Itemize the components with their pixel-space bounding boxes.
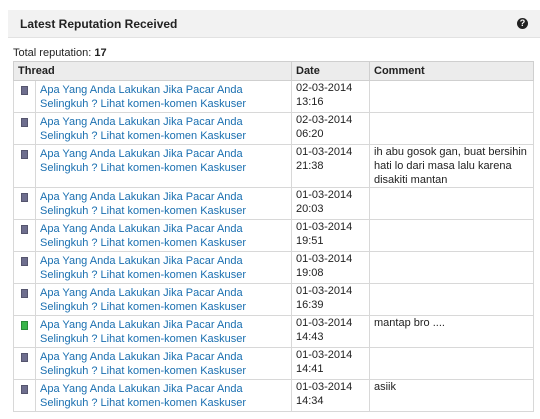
total-reputation-label: Total reputation:: [13, 47, 92, 59]
comment-cell: [369, 112, 534, 145]
date-column-header: Date: [291, 61, 370, 81]
help-icon[interactable]: ?: [517, 18, 528, 29]
thread-column-header: Thread: [13, 61, 292, 81]
comment-column-header: Comment: [369, 61, 534, 81]
table-header-row: Thread Date Comment: [13, 61, 534, 81]
neutral-rep-icon: [21, 150, 28, 159]
rep-icon-cell: [13, 251, 36, 284]
comment-cell: [369, 347, 534, 380]
thread-cell: Apa Yang Anda Lakukan Jika Pacar Anda Se…: [35, 347, 292, 380]
date-cell: 01-03-2014 14:34: [291, 379, 370, 412]
date-cell: 01-03-2014 19:51: [291, 219, 370, 252]
rep-icon-cell: [13, 219, 36, 252]
rep-icon-cell: [13, 144, 36, 188]
thread-link[interactable]: Apa Yang Anda Lakukan Jika Pacar Anda Se…: [40, 284, 287, 314]
neutral-rep-icon: [21, 257, 28, 266]
total-reputation: Total reputation: 17: [13, 47, 107, 59]
table-row: Apa Yang Anda Lakukan Jika Pacar Anda Se…: [13, 187, 534, 220]
thread-link[interactable]: Apa Yang Anda Lakukan Jika Pacar Anda Se…: [40, 81, 287, 111]
rep-icon-cell: [13, 187, 36, 220]
table-row: Apa Yang Anda Lakukan Jika Pacar Anda Se…: [13, 347, 534, 380]
thread-cell: Apa Yang Anda Lakukan Jika Pacar Anda Se…: [35, 315, 292, 348]
rep-icon-cell: [13, 112, 36, 145]
neutral-rep-icon: [21, 385, 28, 394]
positive-rep-icon: [21, 321, 28, 330]
thread-link[interactable]: Apa Yang Anda Lakukan Jika Pacar Anda Se…: [40, 348, 287, 378]
table-body: Apa Yang Anda Lakukan Jika Pacar Anda Se…: [13, 80, 534, 412]
date-cell: 01-03-2014 14:41: [291, 347, 370, 380]
thread-link[interactable]: Apa Yang Anda Lakukan Jika Pacar Anda Se…: [40, 220, 287, 250]
table-row: Apa Yang Anda Lakukan Jika Pacar Anda Se…: [13, 379, 534, 412]
date-cell: 01-03-2014 14:43: [291, 315, 370, 348]
thread-cell: Apa Yang Anda Lakukan Jika Pacar Anda Se…: [35, 144, 292, 188]
date-cell: 02-03-2014 06:20: [291, 112, 370, 145]
date-cell: 02-03-2014 13:16: [291, 80, 370, 113]
table-row: Apa Yang Anda Lakukan Jika Pacar Anda Se…: [13, 251, 534, 284]
date-cell: 01-03-2014 21:38: [291, 144, 370, 188]
comment-cell: [369, 80, 534, 113]
table-row: Apa Yang Anda Lakukan Jika Pacar Anda Se…: [13, 283, 534, 316]
rep-icon-cell: [13, 283, 36, 316]
date-cell: 01-03-2014 16:39: [291, 283, 370, 316]
rep-icon-cell: [13, 379, 36, 412]
neutral-rep-icon: [21, 225, 28, 234]
thread-link[interactable]: Apa Yang Anda Lakukan Jika Pacar Anda Se…: [40, 252, 287, 282]
comment-cell: [369, 187, 534, 220]
comment-cell: [369, 283, 534, 316]
neutral-rep-icon: [21, 118, 28, 127]
total-reputation-value: 17: [94, 47, 107, 59]
thread-link[interactable]: Apa Yang Anda Lakukan Jika Pacar Anda Se…: [40, 380, 287, 410]
comment-cell: [369, 251, 534, 284]
thread-cell: Apa Yang Anda Lakukan Jika Pacar Anda Se…: [35, 251, 292, 284]
thread-cell: Apa Yang Anda Lakukan Jika Pacar Anda Se…: [35, 283, 292, 316]
panel-header: Latest Reputation Received ?: [8, 10, 540, 38]
thread-cell: Apa Yang Anda Lakukan Jika Pacar Anda Se…: [35, 219, 292, 252]
thread-link[interactable]: Apa Yang Anda Lakukan Jika Pacar Anda Se…: [40, 113, 287, 143]
table-row: Apa Yang Anda Lakukan Jika Pacar Anda Se…: [13, 315, 534, 348]
thread-cell: Apa Yang Anda Lakukan Jika Pacar Anda Se…: [35, 112, 292, 145]
comment-cell: [369, 219, 534, 252]
date-cell: 01-03-2014 19:08: [291, 251, 370, 284]
panel-title: Latest Reputation Received: [20, 17, 178, 31]
table-row: Apa Yang Anda Lakukan Jika Pacar Anda Se…: [13, 144, 534, 188]
neutral-rep-icon: [21, 353, 28, 362]
neutral-rep-icon: [21, 193, 28, 202]
thread-link[interactable]: Apa Yang Anda Lakukan Jika Pacar Anda Se…: [40, 145, 287, 175]
table-row: Apa Yang Anda Lakukan Jika Pacar Anda Se…: [13, 112, 534, 145]
rep-icon-cell: [13, 347, 36, 380]
reputation-table: Thread Date Comment Apa Yang Anda Lakuka…: [13, 61, 534, 412]
thread-cell: Apa Yang Anda Lakukan Jika Pacar Anda Se…: [35, 80, 292, 113]
thread-cell: Apa Yang Anda Lakukan Jika Pacar Anda Se…: [35, 187, 292, 220]
thread-cell: Apa Yang Anda Lakukan Jika Pacar Anda Se…: [35, 379, 292, 412]
neutral-rep-icon: [21, 289, 28, 298]
rep-icon-cell: [13, 80, 36, 113]
rep-icon-cell: [13, 315, 36, 348]
thread-link[interactable]: Apa Yang Anda Lakukan Jika Pacar Anda Se…: [40, 316, 287, 346]
neutral-rep-icon: [21, 86, 28, 95]
date-cell: 01-03-2014 20:03: [291, 187, 370, 220]
comment-cell: mantap bro ....: [369, 315, 534, 348]
comment-cell: asiik: [369, 379, 534, 412]
table-row: Apa Yang Anda Lakukan Jika Pacar Anda Se…: [13, 219, 534, 252]
comment-cell: ih abu gosok gan, buat bersihin hati lo …: [369, 144, 534, 188]
thread-link[interactable]: Apa Yang Anda Lakukan Jika Pacar Anda Se…: [40, 188, 287, 218]
table-row: Apa Yang Anda Lakukan Jika Pacar Anda Se…: [13, 80, 534, 113]
